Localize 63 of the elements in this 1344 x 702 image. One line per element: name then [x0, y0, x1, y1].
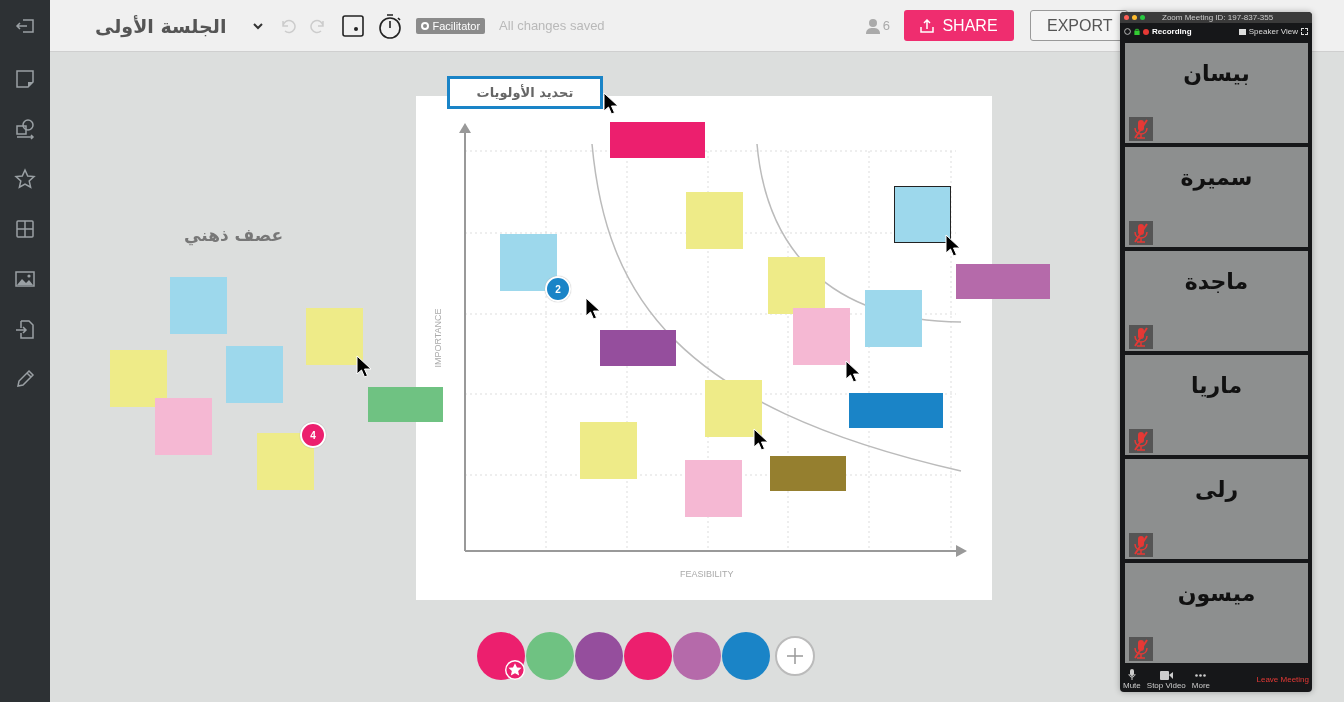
participant-name: بيسان: [1183, 60, 1250, 88]
fullscreen-icon[interactable]: [1301, 28, 1308, 36]
video-tile[interactable]: ميسون: [1125, 562, 1308, 663]
recording-label: Recording: [1152, 27, 1192, 37]
share-button[interactable]: SHARE: [904, 10, 1014, 41]
video-tile[interactable]: ماريا: [1125, 354, 1308, 455]
image-icon[interactable]: [14, 268, 36, 290]
pen-icon[interactable]: [14, 368, 36, 390]
frame-label: عصف ذهني: [184, 225, 284, 245]
participant-name: ميسون: [1177, 580, 1256, 609]
video-camera-icon: [1159, 671, 1173, 680]
stop-video-button[interactable]: Stop Video: [1146, 671, 1186, 690]
cursor-icon: [945, 234, 961, 258]
cursor-icon: [845, 360, 861, 384]
stopwatch-icon[interactable]: [378, 12, 403, 39]
axis-label: FEASIBILITY: [680, 569, 734, 579]
video-tile[interactable]: ماجدة: [1125, 250, 1308, 351]
matrix-title[interactable]: تحديد الأولويات: [447, 76, 603, 109]
view-toggle[interactable]: Speaker View: [1248, 27, 1298, 37]
shapes-icon[interactable]: [14, 118, 36, 140]
video-tile[interactable]: سميرة: [1125, 146, 1308, 247]
color-swatch[interactable]: [722, 632, 770, 680]
plus-icon: [785, 646, 805, 666]
user-icon: [865, 17, 880, 34]
cursor-icon: [356, 355, 372, 379]
participant-name: رلى: [1194, 476, 1239, 504]
participant-name: ماريا: [1190, 372, 1243, 400]
import-icon[interactable]: [14, 318, 36, 340]
color-swatch[interactable]: [624, 632, 672, 680]
info-icon[interactable]: [1124, 28, 1131, 36]
color-swatch[interactable]: [673, 632, 721, 680]
speaker-view-icon: [1238, 28, 1246, 35]
video-tile[interactable]: رلى: [1125, 458, 1308, 559]
more-button[interactable]: More: [1191, 671, 1211, 690]
sticky-note[interactable]: [894, 186, 951, 243]
cursor-icon: [585, 297, 601, 321]
export-button[interactable]: EXPORT: [1030, 10, 1128, 41]
cursor-icon: [753, 428, 769, 452]
chevron-down-icon[interactable]: [252, 21, 265, 30]
axis-label: IMPORTANCE: [432, 308, 443, 368]
color-swatch[interactable]: [526, 632, 574, 680]
mic-icon: [1127, 669, 1136, 680]
lock-icon: [1134, 28, 1140, 36]
color-swatch[interactable]: [575, 632, 623, 680]
count-badge: 4: [300, 422, 326, 448]
board-title: الجلسة الأولى: [95, 14, 227, 37]
participant-count: 6: [882, 18, 890, 33]
video-tile[interactable]: بيسان: [1125, 42, 1308, 143]
participant-name: سميرة: [1180, 164, 1253, 193]
star-icon[interactable]: [14, 168, 36, 190]
facilitator-badge: Facilitator: [416, 17, 486, 34]
upload-icon: [920, 18, 935, 33]
grid-icon[interactable]: [14, 218, 36, 240]
note-icon[interactable]: [14, 68, 36, 90]
recording-icon: [1143, 28, 1149, 35]
dice-icon[interactable]: [342, 14, 365, 37]
more-icon: [1195, 671, 1207, 680]
add-color-button[interactable]: [775, 636, 815, 676]
color-swatch[interactable]: [477, 632, 525, 680]
mute-button[interactable]: Mute: [1123, 669, 1141, 690]
participant-name: ماجدة: [1184, 268, 1249, 296]
window-title: Zoom Meeting ID: 197-837-355: [1162, 12, 1274, 22]
leave-meeting-button[interactable]: Leave Meeting: [1256, 675, 1309, 690]
